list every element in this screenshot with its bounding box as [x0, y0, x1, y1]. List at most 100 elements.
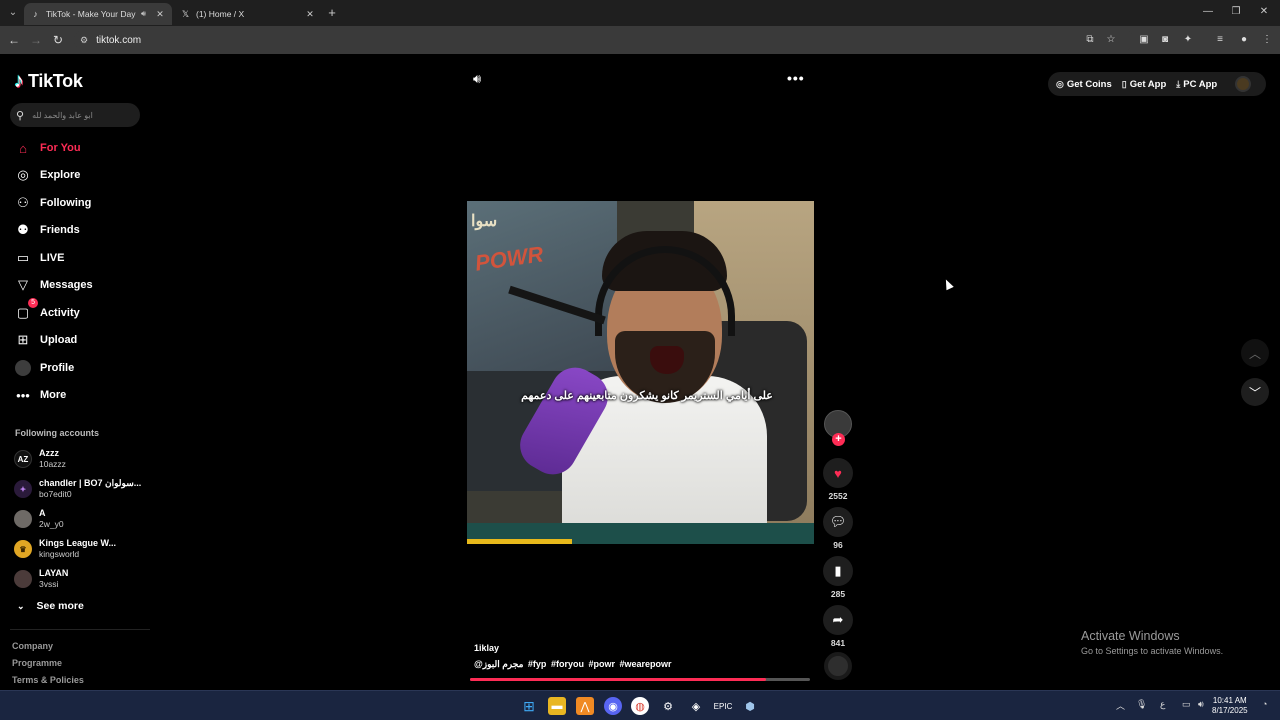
- volume-icon[interactable]: 🔊︎: [473, 71, 481, 87]
- steam-icon[interactable]: ⬢: [741, 697, 759, 715]
- friends-icon: ⚉: [17, 222, 29, 237]
- footer-company-link[interactable]: Company: [12, 641, 53, 651]
- new-tab-button[interactable]: +: [324, 4, 340, 22]
- pc-app-button[interactable]: ⤓ PC App: [1176, 79, 1217, 90]
- nav-label: For You: [40, 142, 81, 154]
- back-icon[interactable]: ←: [6, 32, 22, 48]
- tray-chevron-icon[interactable]: ︿: [1116, 699, 1125, 712]
- url-bar[interactable]: ⚙ tiktok.com: [74, 29, 1134, 51]
- following-account[interactable]: A 2w_y0: [14, 508, 64, 530]
- windows-start-icon[interactable]: ⊞: [520, 697, 538, 715]
- following-account[interactable]: ♛ Kings League W... kingsworld: [14, 538, 116, 560]
- hashtag-link[interactable]: #foryou: [551, 659, 584, 669]
- coin-icon: ◎: [1056, 78, 1064, 89]
- tab-tiktok[interactable]: ♪ TikTok - Make Your Day 🔊︎ ✕: [24, 3, 172, 25]
- x-icon: 𝕏: [181, 8, 190, 19]
- url-text[interactable]: tiktok.com: [96, 35, 141, 46]
- following-account[interactable]: LAYAN 3vssi: [14, 568, 68, 590]
- mention-link[interactable]: @مجرم البوز: [474, 659, 523, 669]
- microphone-icon[interactable]: 🎙︎: [1136, 699, 1147, 710]
- system-clock[interactable]: 10:41 AM 8/17/2025: [1212, 696, 1248, 716]
- bookmark-icon[interactable]: ▮: [823, 556, 853, 586]
- watermark-subtitle: Go to Settings to activate Windows.: [1081, 646, 1224, 656]
- media-control-icon[interactable]: ≡: [1212, 32, 1228, 48]
- more-options-icon[interactable]: •••: [787, 70, 805, 86]
- nav-friends[interactable]: ⚉ Friends: [14, 220, 80, 240]
- close-icon[interactable]: ✕: [304, 9, 316, 20]
- account-handle: 3vssi: [39, 579, 59, 589]
- browser-menu-icon[interactable]: ⋮: [1259, 32, 1275, 48]
- tab-x[interactable]: 𝕏 (1) Home / X ✕: [174, 3, 322, 25]
- browser-tabbar: ⌄ ♪ TikTok - Make Your Day 🔊︎ ✕ 𝕏 (1) Ho…: [0, 0, 1280, 26]
- tiktok-logo[interactable]: ♪ TikTok: [14, 70, 83, 93]
- search-icon[interactable]: ⚲: [16, 109, 24, 122]
- compass-icon: ◎: [17, 167, 29, 182]
- share-button[interactable]: ➦ 841: [823, 605, 853, 648]
- like-button[interactable]: ♥ 2552: [823, 458, 853, 501]
- language-indicator[interactable]: ع: [1160, 699, 1165, 710]
- bookmark-star-icon[interactable]: ☆: [1103, 32, 1119, 48]
- hashtag-link[interactable]: #fyp: [528, 659, 547, 669]
- follow-plus-button[interactable]: +: [832, 433, 845, 446]
- discord-icon[interactable]: ◉: [604, 697, 622, 715]
- comment-button[interactable]: 💬︎ 96: [823, 507, 853, 550]
- nav-profile[interactable]: Profile: [14, 358, 74, 378]
- see-more-button[interactable]: ⌄ See more: [17, 600, 84, 612]
- comment-icon[interactable]: 💬︎: [823, 507, 853, 537]
- video-progress-bar[interactable]: [470, 678, 810, 681]
- music-disc-icon[interactable]: [824, 652, 852, 680]
- epic-games-icon[interactable]: EPIC: [714, 697, 733, 715]
- video-player[interactable]: سوا POWR على أيامي الستريمر كانو يشكرون …: [467, 201, 814, 544]
- file-explorer-icon[interactable]: ▬: [548, 697, 566, 715]
- volume-tray-icon[interactable]: 🔊︎: [1198, 699, 1204, 710]
- next-video-button[interactable]: ﹀: [1241, 378, 1269, 406]
- notifications-icon[interactable]: ◔: [1262, 699, 1267, 709]
- clock-time: 10:41 AM: [1212, 696, 1247, 705]
- footer-terms-link[interactable]: Terms & Policies: [12, 675, 84, 685]
- app-icon[interactable]: ⋀: [576, 697, 594, 715]
- site-info-icon[interactable]: ⚙: [80, 35, 88, 46]
- app-icon[interactable]: ⚙: [659, 697, 677, 715]
- previous-video-button[interactable]: ︿: [1241, 339, 1269, 367]
- following-account[interactable]: ✦ chandler | BO7 ‎‏سولوان... bo7edit0: [14, 478, 141, 500]
- nav-following[interactable]: ⚇ Following: [14, 193, 91, 213]
- save-button[interactable]: ▮ 285: [823, 556, 853, 599]
- share-icon[interactable]: ➦: [823, 605, 853, 635]
- nav-messages[interactable]: ▽ Messages: [14, 275, 93, 295]
- extension-icon[interactable]: ◙: [1157, 32, 1173, 48]
- hashtag-link[interactable]: #wearepowr: [620, 659, 672, 669]
- nav-explore[interactable]: ◎ Explore: [14, 165, 80, 185]
- address-toolbar: ← → ↻ ⚙ tiktok.com ⧉ ☆ ▣ ◙ ✦ ≡ ● ⋮: [0, 26, 1280, 54]
- video-author[interactable]: 1iklay: [474, 643, 499, 653]
- forward-icon[interactable]: →: [28, 32, 44, 48]
- window-close-button[interactable]: ✕: [1250, 4, 1278, 20]
- get-coins-button[interactable]: ◎ Get Coins: [1056, 79, 1112, 90]
- speaker-icon[interactable]: 🔊︎: [141, 9, 146, 19]
- tab-search-icon[interactable]: ⌄: [4, 4, 22, 22]
- install-app-icon[interactable]: ⧉: [1082, 32, 1098, 48]
- minimize-button[interactable]: —: [1194, 4, 1222, 20]
- footer-programme-link[interactable]: Programme: [12, 658, 62, 668]
- network-icon[interactable]: ▭: [1182, 699, 1191, 710]
- tab-title: TikTok - Make Your Day: [46, 9, 136, 19]
- heart-icon[interactable]: ♥: [823, 458, 853, 488]
- user-avatar[interactable]: [1235, 76, 1252, 92]
- nav-more[interactable]: ••• More: [14, 385, 66, 405]
- extension-icon[interactable]: ▣: [1136, 32, 1152, 48]
- get-app-button[interactable]: ▯ Get App: [1122, 79, 1167, 90]
- nav-live[interactable]: ▭ LIVE: [14, 248, 65, 268]
- account-handle: bo7edit0: [39, 489, 72, 499]
- profile-icon[interactable]: ●: [1236, 32, 1252, 48]
- restore-button[interactable]: ❐: [1222, 4, 1250, 20]
- chrome-icon[interactable]: ◍: [631, 697, 649, 715]
- reload-icon[interactable]: ↻: [50, 32, 66, 48]
- close-icon[interactable]: ✕: [154, 9, 166, 20]
- nav-for-you[interactable]: ⌂ For You: [14, 138, 81, 158]
- following-account[interactable]: AZ Azzz 10azzz: [14, 448, 66, 470]
- app-icon[interactable]: ◈: [687, 697, 705, 715]
- search-input[interactable]: ⚲ ابو عابد والحمد لله: [10, 103, 140, 127]
- nav-upload[interactable]: ⊞ Upload: [14, 330, 78, 350]
- nav-activity[interactable]: ▢ 5 Activity: [14, 298, 80, 323]
- extensions-puzzle-icon[interactable]: ✦: [1180, 32, 1196, 48]
- hashtag-link[interactable]: #powr: [588, 659, 615, 669]
